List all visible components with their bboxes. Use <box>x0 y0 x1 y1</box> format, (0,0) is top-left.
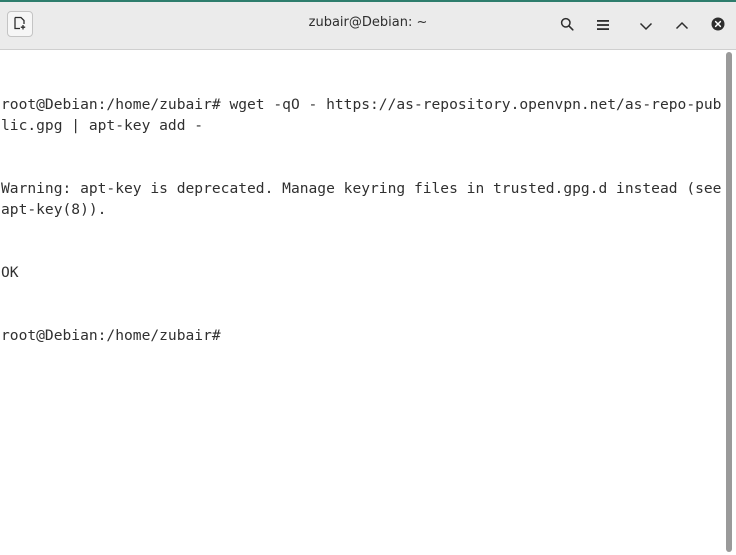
terminal-output[interactable]: root@Debian:/home/zubair# wget -qO - htt… <box>0 50 722 555</box>
maximize-button[interactable] <box>670 13 694 37</box>
menu-button[interactable] <box>591 13 615 37</box>
search-icon <box>560 16 574 35</box>
text-cursor <box>229 325 230 340</box>
chevron-up-icon <box>675 16 689 35</box>
hamburger-menu-icon <box>596 16 610 35</box>
minimize-button[interactable] <box>634 13 658 37</box>
chevron-down-icon <box>639 16 653 35</box>
terminal-prompt-line: root@Debian:/home/zubair# <box>1 325 722 346</box>
scrollbar-thumb[interactable] <box>726 52 732 552</box>
new-tab-icon <box>13 15 27 34</box>
title-bar: zubair@Debian: ~ <box>0 0 736 50</box>
terminal-line: Warning: apt-key is deprecated. Manage k… <box>1 180 722 218</box>
terminal-prompt: root@Debian:/home/zubair# <box>1 327 230 344</box>
terminal-window: zubair@Debian: ~ root@Debian:/home/zubai… <box>0 0 736 555</box>
vertical-scrollbar[interactable] <box>722 50 736 555</box>
close-button[interactable] <box>706 13 730 37</box>
new-tab-button[interactable] <box>7 11 33 37</box>
terminal-line: root@Debian:/home/zubair# wget -qO - htt… <box>1 96 722 134</box>
terminal-line: OK <box>1 264 19 281</box>
search-button[interactable] <box>555 13 579 37</box>
window-title: zubair@Debian: ~ <box>308 15 428 30</box>
close-circle-icon <box>711 16 725 35</box>
